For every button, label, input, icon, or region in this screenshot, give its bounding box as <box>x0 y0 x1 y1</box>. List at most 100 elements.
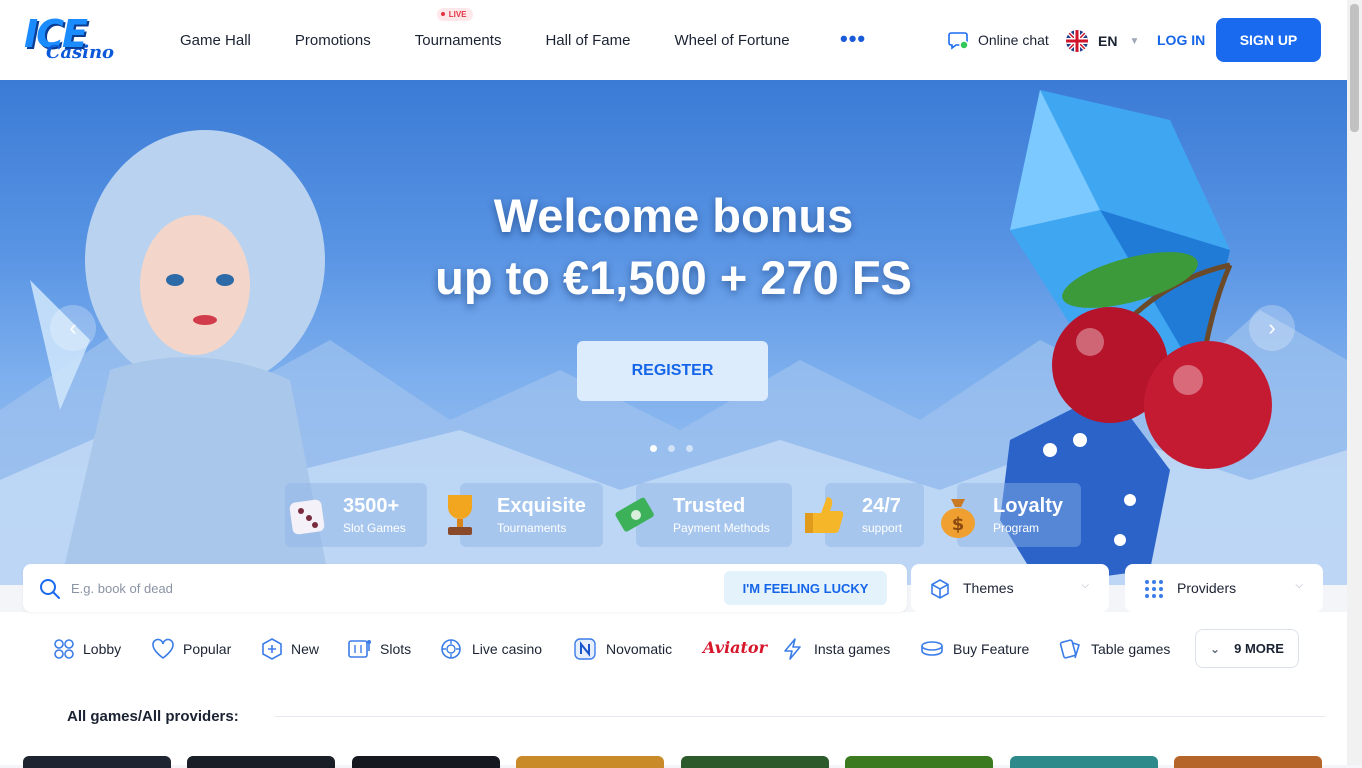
feature-loyalty-program: $ Loyalty Program <box>941 483 1081 547</box>
money-bag-icon: $ <box>941 499 975 538</box>
lightning-icon <box>784 638 801 660</box>
slider-prev-arrow-icon[interactable]: ‹ <box>50 305 96 351</box>
money-icon <box>615 497 654 532</box>
svg-text:$: $ <box>952 514 965 535</box>
feature-title: 3500+ <box>343 495 400 517</box>
nav-promotions[interactable]: Promotions <box>295 32 371 49</box>
feature-slot-games: 3500+ Slot Games <box>285 483 427 547</box>
slider-dot[interactable] <box>686 445 693 452</box>
nav-tournaments-label: Tournaments <box>414 31 502 49</box>
lobby-grid-icon <box>54 639 74 659</box>
game-thumbnail[interactable] <box>352 756 500 768</box>
game-search-bar: I'M FEELING LUCKY <box>23 564 907 612</box>
slider-dot[interactable] <box>650 445 657 452</box>
slider-dot[interactable] <box>668 445 675 452</box>
search-icon <box>40 579 60 599</box>
more-menu-icon[interactable]: ••• <box>840 28 866 50</box>
section-title: All games/All providers: <box>67 708 239 725</box>
chat-icon <box>948 30 970 50</box>
scrollbar-thumb[interactable] <box>1350 4 1359 132</box>
feature-subtitle: Program <box>993 521 1040 535</box>
game-thumbnail[interactable] <box>187 756 335 768</box>
category-label: Lobby <box>83 641 122 657</box>
category-buy-feature[interactable]: Buy Feature <box>921 638 1029 660</box>
slot-machine-icon <box>348 640 371 658</box>
register-button[interactable]: REGISTER <box>577 341 768 401</box>
game-thumbnail[interactable] <box>1174 756 1322 768</box>
language-selector[interactable]: EN ▼ <box>1066 30 1139 52</box>
game-thumbnail[interactable] <box>23 756 171 768</box>
live-casino-chip-icon <box>441 639 461 659</box>
top-header: ICE Casino Game Hall Promotions LIVE Tou… <box>0 0 1347 80</box>
hero-title-line2: up to €1,500 + 270 FS <box>435 251 912 304</box>
hero-banner: Welcome bonus up to €1,500 + 270 FS REGI… <box>0 80 1347 585</box>
game-thumbnail[interactable] <box>681 756 829 768</box>
feature-title: 24/7 <box>862 495 901 517</box>
hero-title-line1: Welcome bonus <box>493 189 854 242</box>
feature-support: 24/7 support <box>805 483 924 547</box>
online-chat-button[interactable]: Online chat <box>948 30 1049 50</box>
online-chat-label: Online chat <box>978 32 1049 48</box>
providers-label: Providers <box>1177 580 1237 596</box>
search-input[interactable] <box>71 576 671 600</box>
dice-icon <box>289 499 325 535</box>
category-lobby[interactable]: Lobby <box>53 638 121 660</box>
feature-payment-methods: Trusted Payment Methods <box>615 483 792 547</box>
logo-text-casino: Casino <box>46 42 115 63</box>
page-scrollbar[interactable] <box>1347 0 1362 765</box>
feature-subtitle: Tournaments <box>497 521 567 535</box>
live-badge: LIVE <box>436 7 473 21</box>
more-categories-button[interactable]: ⌄ 9 MORE <box>1195 629 1299 668</box>
ice-casino-logo[interactable]: ICE Casino <box>24 12 114 68</box>
themes-dropdown[interactable]: Themes ⌵ <box>911 564 1109 612</box>
category-live-casino[interactable]: Live casino <box>440 638 542 660</box>
chevron-down-icon: ⌵ <box>1081 580 1089 591</box>
slider-next-arrow-icon[interactable]: › <box>1249 305 1295 351</box>
nav-hall-of-fame[interactable]: Hall of Fame <box>545 32 630 49</box>
category-insta-games[interactable]: Insta games <box>782 638 890 660</box>
thumbs-up-icon <box>805 497 844 533</box>
category-popular[interactable]: Popular <box>151 638 231 660</box>
uk-flag-icon <box>1066 30 1088 52</box>
category-label: Table games <box>1091 641 1171 657</box>
feature-subtitle: support <box>862 521 903 535</box>
grid-dots-icon <box>1145 580 1163 598</box>
feature-tournaments: Exquisite Tournaments <box>448 483 603 547</box>
chevron-down-icon: ⌵ <box>1295 580 1303 591</box>
chevron-down-icon: ⌄ <box>1210 641 1221 656</box>
feature-title: Loyalty <box>993 495 1064 517</box>
category-label: New <box>291 641 320 657</box>
section-divider <box>275 716 1325 717</box>
login-button[interactable]: LOG IN <box>1157 32 1205 48</box>
more-categories-label: 9 MORE <box>1234 641 1284 656</box>
aviator-logo-text: Aviator <box>703 638 767 657</box>
category-table-games[interactable]: Table games <box>1059 638 1170 660</box>
category-novomatic[interactable]: Novomatic <box>574 638 672 660</box>
providers-dropdown[interactable]: Providers ⌵ <box>1125 564 1323 612</box>
nav-game-hall[interactable]: Game Hall <box>180 32 251 49</box>
slider-dots <box>650 445 704 452</box>
feature-subtitle: Slot Games <box>343 521 406 535</box>
chevron-down-icon: ▼ <box>1129 35 1140 47</box>
game-thumbnail[interactable] <box>845 756 993 768</box>
feeling-lucky-button[interactable]: I'M FEELING LUCKY <box>724 571 887 605</box>
signup-button[interactable]: SIGN UP <box>1216 18 1321 62</box>
category-slots[interactable]: Slots <box>348 638 411 660</box>
category-label: Buy Feature <box>953 641 1030 657</box>
category-label: Live casino <box>472 641 543 657</box>
main-nav: Game Hall Promotions LIVE Tournaments Ha… <box>180 0 834 80</box>
nav-tournaments[interactable]: LIVE Tournaments <box>414 7 502 49</box>
coins-icon <box>921 641 943 656</box>
feature-subtitle: Payment Methods <box>673 521 770 535</box>
trophy-icon <box>448 495 472 535</box>
category-new[interactable]: New <box>261 638 319 660</box>
category-label: Insta games <box>814 641 891 657</box>
cards-icon <box>1059 639 1080 659</box>
heart-icon <box>152 638 174 659</box>
novomatic-icon <box>574 638 596 660</box>
feature-title: Exquisite <box>497 495 586 517</box>
game-thumbnail[interactable] <box>1010 756 1158 768</box>
nav-wheel-of-fortune[interactable]: Wheel of Fortune <box>674 32 789 49</box>
game-thumbnail[interactable] <box>516 756 664 768</box>
category-aviator[interactable]: Aviator <box>703 638 767 657</box>
